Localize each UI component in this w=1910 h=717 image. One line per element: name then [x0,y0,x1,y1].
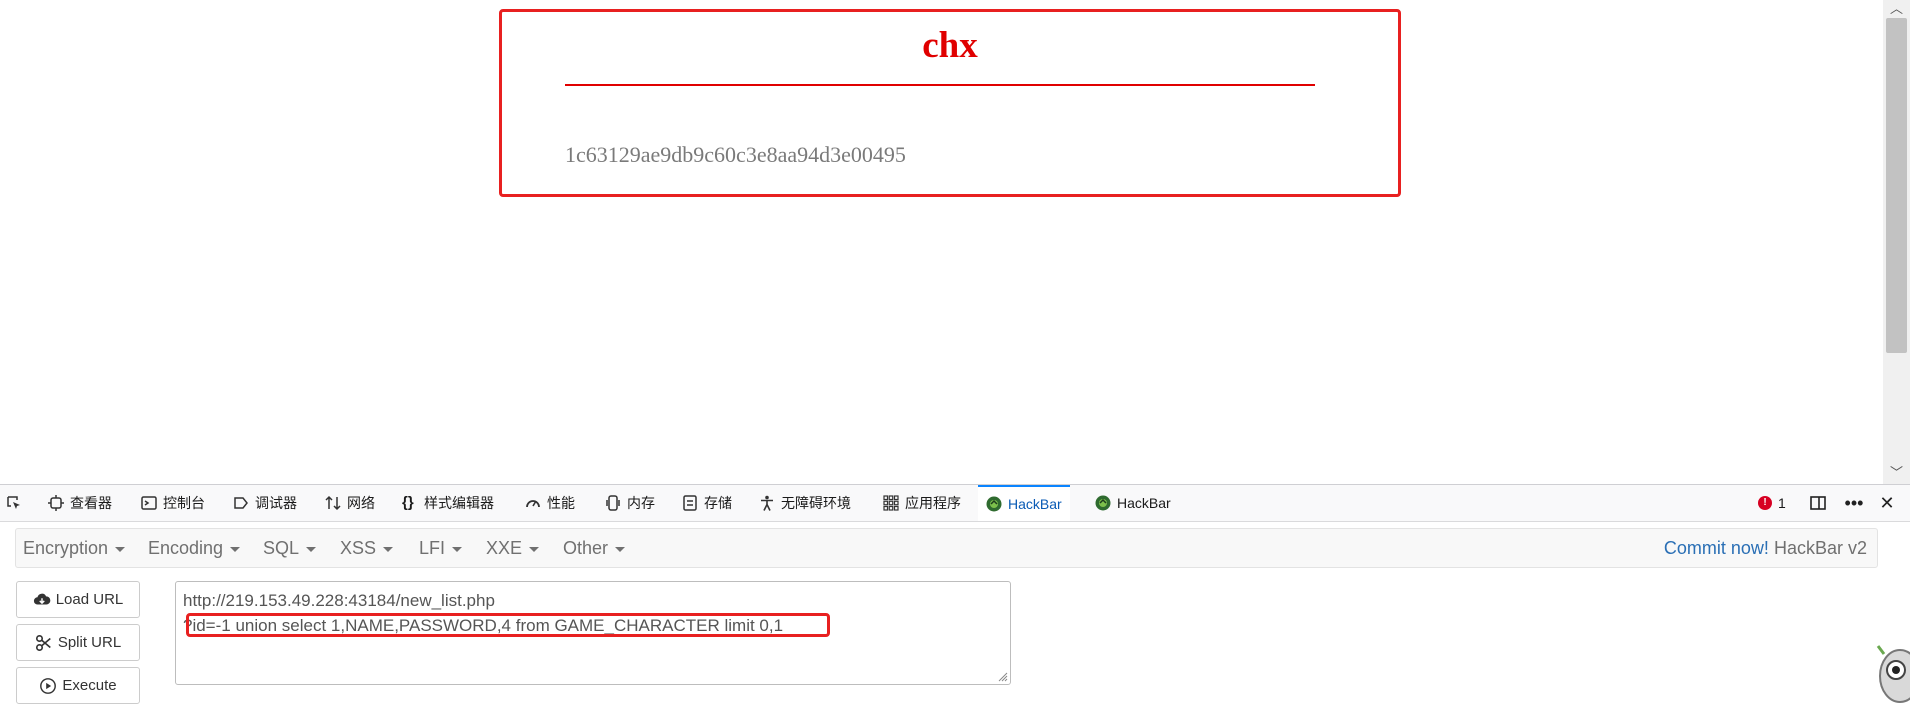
tab-performance[interactable]: 性能 [525,485,575,521]
tab-accessibility[interactable]: 无障碍环境 [759,485,851,521]
hash-value: 1c63129ae9db9c60c3e8aa94d3e00495 [565,142,906,167]
caret-down-icon [529,546,540,552]
query-highlight-box [186,613,830,637]
tab-application[interactable]: 应用程序 [883,485,961,521]
tab-storage[interactable]: 存储 [682,485,732,521]
mascot-icon [1876,645,1910,703]
tab-hackbar[interactable]: HackBar [1095,485,1171,521]
tab-network[interactable]: 网络 [325,485,375,521]
page-content: chx 1c63129ae9db9c60c3e8aa94d3e00495 [0,0,1883,484]
hackbar-menu: Encryption Encoding SQL XSS LFI XXE Othe… [15,528,1878,568]
vertical-scrollbar[interactable]: ︿ ﹀ [1883,0,1910,484]
url-line-1: http://219.153.49.228:43184/new_list.php [183,591,495,610]
tab-style-editor[interactable]: {} 样式编辑器 [402,485,494,521]
execute-button[interactable]: Execute [16,667,140,704]
commit-link[interactable]: Commit now! [1664,538,1769,558]
menu-sql[interactable]: SQL [263,529,317,567]
menu-encoding[interactable]: Encoding [148,529,241,567]
devtools-tabbar: 查看器 控制台 调试器 网络 {} 样式编辑器 性能 内存 存储 无障碍环境 应… [0,485,1910,522]
scroll-up-icon[interactable]: ︿ [1883,0,1910,18]
title-divider [565,84,1315,86]
caret-down-icon [383,546,394,552]
menu-other[interactable]: Other [563,529,626,567]
scroll-down-icon[interactable]: ﹀ [1883,464,1910,482]
hackbar-icon [1095,495,1111,511]
menu-xss[interactable]: XSS [340,529,394,567]
console-icon [141,496,157,510]
hackbar-icon [986,496,1002,512]
devtools-panel: 查看器 控制台 调试器 网络 {} 样式编辑器 性能 内存 存储 无障碍环境 应… [0,484,1910,717]
menu-xxe[interactable]: XXE [486,529,540,567]
tab-inspector[interactable]: 查看器 [48,485,112,521]
caret-down-icon [452,546,463,552]
network-icon [325,495,341,511]
more-options-icon[interactable]: ••• [1844,493,1864,513]
accessibility-icon [761,495,773,511]
page-title: chx [922,25,978,66]
error-counter[interactable]: ! 1 [1758,495,1786,511]
tab-hackbar-active[interactable]: HackBar [978,485,1070,521]
style-editor-icon: {} [402,494,414,511]
menu-encryption[interactable]: Encryption [23,529,126,567]
memory-icon [606,495,620,511]
menu-lfi[interactable]: LFI [419,529,463,567]
scissors-icon [35,634,51,651]
caret-down-icon [306,546,317,552]
close-icon[interactable]: ✕ [1877,493,1897,513]
debugger-icon [234,497,248,509]
commit-area: Commit now! HackBar v2 [1664,529,1867,567]
caret-down-icon [115,546,126,552]
application-icon [883,495,899,511]
split-url-button[interactable]: Split URL [16,624,140,661]
dock-layout-icon[interactable] [1808,493,1828,513]
scrollbar-thumb[interactable] [1886,18,1907,353]
performance-icon [526,500,540,508]
hackbar-version: HackBar v2 [1773,538,1867,558]
resize-grip-icon[interactable] [998,672,1008,682]
caret-down-icon [615,546,626,552]
play-circle-icon [40,677,57,694]
cloud-download-icon [33,593,51,604]
tab-memory[interactable]: 内存 [605,485,655,521]
error-icon: ! [1758,496,1772,510]
caret-down-icon [230,546,241,552]
tab-console[interactable]: 控制台 [141,485,205,521]
storage-icon [683,495,697,511]
tab-debugger[interactable]: 调试器 [233,485,297,521]
load-url-button[interactable]: Load URL [16,581,140,618]
element-picker-icon[interactable] [6,495,22,511]
inspector-icon [48,495,64,511]
